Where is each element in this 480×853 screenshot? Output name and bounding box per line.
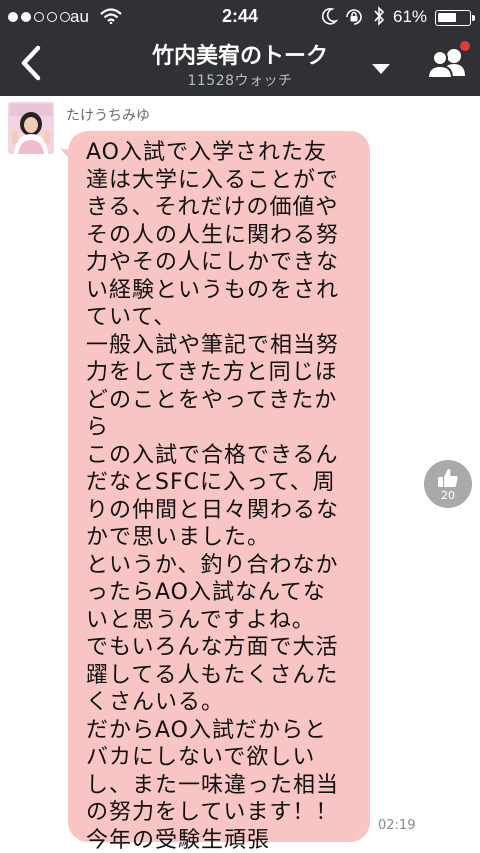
notification-dot (460, 41, 470, 51)
like-button[interactable]: 20 (424, 460, 472, 508)
sender-name: たけうちみゆ (66, 108, 150, 124)
like-count: 20 (441, 489, 455, 502)
avatar-image (8, 102, 54, 154)
status-bar: au 2:44 61% (0, 0, 480, 34)
watch-count: 11528ウォッチ (187, 73, 293, 89)
thumbs-up-icon (438, 469, 458, 487)
rotation-lock-icon (346, 9, 362, 25)
battery-percent: 61% (393, 7, 428, 26)
avatar[interactable] (8, 102, 54, 154)
battery-icon (435, 10, 475, 26)
dropdown-arrow-icon[interactable] (370, 62, 392, 76)
moon-icon (321, 7, 338, 25)
bubble-tail (60, 148, 74, 162)
friends-icon[interactable] (424, 40, 472, 84)
chat-title: 竹内美宥のトーク (151, 44, 328, 69)
message-time: 02:19 (378, 818, 416, 833)
bluetooth-icon (374, 6, 385, 26)
message-text: AO入試で入学された友 達は大学に入ることがで きる、それだけの価値や その人の… (86, 140, 340, 853)
top-bar: au 2:44 61% 竹内美宥のトーク 11528ウォッチ (0, 0, 480, 96)
battery-level (438, 13, 456, 22)
